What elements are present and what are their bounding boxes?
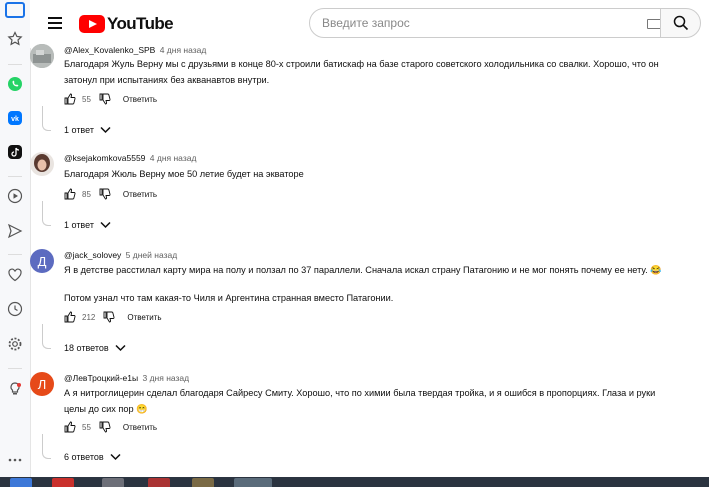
comment-actions: 85 Ответить [64, 187, 157, 201]
chevron-down-icon [110, 453, 121, 461]
menu-icon[interactable] [48, 17, 62, 29]
like-count: 55 [82, 94, 91, 104]
like-icon[interactable] [64, 421, 76, 433]
comment-text-line2: Потом узнал что там какая-то Чиля и Арге… [64, 293, 394, 303]
browser-sidebar: vk [0, 0, 31, 477]
tiktok-icon[interactable] [7, 144, 23, 160]
comment-header: @Alex_Kovalenko_SPB 4 дня назад [64, 45, 206, 55]
heart-icon[interactable] [7, 267, 23, 283]
comment-date[interactable]: 4 дня назад [160, 45, 207, 55]
thread-connector [42, 201, 51, 226]
chevron-down-icon [100, 221, 111, 229]
clock-icon[interactable] [7, 301, 23, 317]
youtube-play-icon [79, 15, 105, 33]
like-icon[interactable] [64, 93, 76, 105]
reply-button[interactable]: Ответить [123, 95, 157, 104]
avatar[interactable]: Л [30, 372, 54, 396]
keyboard-icon[interactable] [647, 19, 661, 29]
avatar[interactable] [30, 152, 54, 176]
reply-button[interactable]: Ответить [123, 190, 157, 199]
play-icon[interactable] [7, 188, 23, 204]
taskbar [0, 477, 709, 487]
comment-header: @ЛевТроцкий-е1ы 3 дня назад [64, 373, 189, 383]
youtube-header: YouTube Введите запрос [30, 0, 709, 48]
gear-icon[interactable] [7, 336, 23, 352]
more-icon[interactable] [7, 452, 23, 468]
search-input[interactable]: Введите запрос [309, 8, 661, 38]
comment-actions: 55 Ответить [64, 420, 157, 434]
whatsapp-icon[interactable] [7, 76, 23, 92]
dislike-icon[interactable] [99, 93, 111, 105]
avatar-letter: Л [37, 376, 47, 392]
search-icon [673, 15, 688, 31]
send-icon[interactable] [7, 223, 23, 239]
comment-header: @ksejakomkova5559 4 дня назад [64, 153, 196, 163]
youtube-logo[interactable]: YouTube [79, 14, 174, 34]
reply-button[interactable]: Ответить [123, 423, 157, 432]
svg-text:vk: vk [11, 116, 19, 123]
replies-count: 1 ответ [64, 220, 94, 230]
comment-date[interactable]: 5 дней назад [126, 250, 178, 260]
reply-button[interactable]: Ответить [127, 313, 161, 322]
browser-home-icon[interactable] [5, 2, 25, 18]
comment-author[interactable]: @ksejakomkova5559 [64, 153, 145, 163]
like-icon[interactable] [64, 311, 76, 323]
comment-text: А я нитроглицерин сделал благодаря Сайре… [64, 388, 656, 414]
dislike-icon[interactable] [103, 311, 115, 323]
star-icon[interactable] [7, 31, 23, 47]
comment-text: Благодаря Жюль Верну мое 50 летие будет … [64, 169, 304, 179]
comment-text: Я в детстве расстилал карту мира на полу… [64, 265, 662, 275]
bulb-icon[interactable] [7, 381, 23, 397]
search-bar: Введите запрос [309, 8, 701, 38]
taskbar-app[interactable] [102, 478, 124, 487]
replies-count: 6 ответов [64, 452, 104, 462]
like-icon[interactable] [64, 188, 76, 200]
replies-toggle[interactable]: 6 ответов [64, 452, 121, 462]
search-button[interactable] [660, 8, 701, 38]
like-count: 55 [82, 422, 91, 432]
like-count: 212 [82, 312, 96, 322]
taskbar-app[interactable] [192, 478, 214, 487]
thread-connector [42, 106, 51, 131]
replies-toggle[interactable]: 18 ответов [64, 343, 126, 353]
start-button[interactable] [10, 478, 32, 487]
dislike-icon[interactable] [99, 421, 111, 433]
comment-author[interactable]: @ЛевТроцкий-е1ы [64, 373, 138, 383]
thread-connector [42, 324, 51, 349]
chevron-down-icon [100, 126, 111, 134]
logo-text: YouTube [107, 14, 174, 33]
replies-toggle[interactable]: 1 ответ [64, 125, 111, 135]
avatar[interactable]: Д [30, 249, 54, 273]
taskbar-app-active[interactable] [234, 478, 272, 487]
comment-author[interactable]: @jack_solovey [64, 250, 121, 260]
comment-actions: 55 Ответить [64, 92, 157, 106]
replies-toggle[interactable]: 1 ответ [64, 220, 111, 230]
like-count: 85 [82, 189, 91, 199]
comment-header: @jack_solovey 5 дней назад [64, 250, 177, 260]
taskbar-app-opera[interactable] [52, 478, 74, 487]
replies-count: 1 ответ [64, 125, 94, 135]
comment-date[interactable]: 3 дня назад [142, 373, 189, 383]
chevron-down-icon [115, 344, 126, 352]
dislike-icon[interactable] [99, 188, 111, 200]
avatar[interactable] [30, 44, 54, 68]
vk-icon[interactable]: vk [7, 110, 23, 126]
replies-count: 18 ответов [64, 343, 109, 353]
thread-connector [42, 434, 51, 459]
comment-text: Благодаря Жуль Верну мы с друзьями в кон… [64, 59, 659, 85]
taskbar-app[interactable] [148, 478, 170, 487]
avatar-letter: Д [37, 253, 47, 269]
comment-author[interactable]: @Alex_Kovalenko_SPB [64, 45, 155, 55]
comment-actions: 212 Ответить [64, 310, 162, 324]
comment-date[interactable]: 4 дня назад [150, 153, 197, 163]
